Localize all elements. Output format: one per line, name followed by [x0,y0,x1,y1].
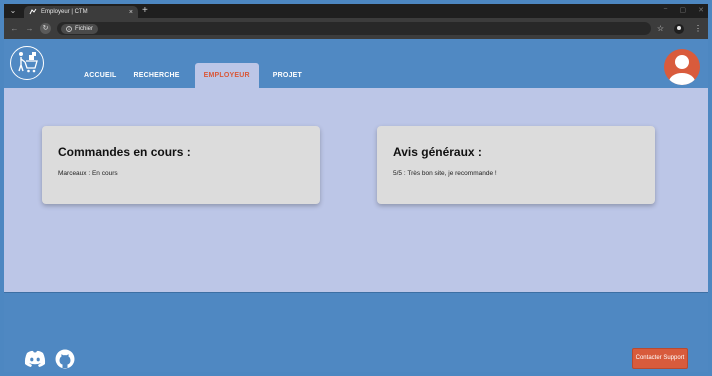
main-content: Commandes en cours : Marceaux : En cours… [4,88,708,292]
site-header: ACCUEIL RECHERCHE EMPLOYEUR PROJET [4,39,708,88]
site-chip-label: Fichier [75,25,94,32]
site-info-chip[interactable]: Fichier [61,23,99,34]
tab-close-icon[interactable]: × [129,9,133,16]
tab-strip: ⌄ Employeur | CTM × + − ▢ ✕ [4,4,708,18]
contact-support-button[interactable]: Contacter Support [632,348,688,369]
browser-tab[interactable]: Employeur | CTM × [24,6,138,18]
nav-accueil[interactable]: ACCUEIL [76,63,125,88]
orders-card-text: Marceaux : En cours [58,170,118,177]
nav-projet[interactable]: PROJET [265,63,310,88]
reviews-card-text: 5/5 : Très bon site, je recommande ! [393,170,497,177]
tab-title: Employeur | CTM [41,9,88,15]
forward-arrow-icon[interactable]: → [25,24,34,33]
main-nav: ACCUEIL RECHERCHE EMPLOYEUR PROJET [76,39,311,88]
info-icon [66,25,72,32]
browser-toolbar: ← → ↻ Fichier ☆ ⋮ [4,18,708,39]
new-tab-button[interactable]: + [142,6,148,16]
maximize-icon[interactable]: ▢ [680,6,687,14]
reviews-card-title: Avis généraux : [393,145,482,159]
user-avatar-icon[interactable] [664,49,700,85]
reload-icon[interactable]: ↻ [40,23,51,34]
browser-window: ⌄ Employeur | CTM × + − ▢ ✕ ← → ↻ Fichie… [4,4,708,372]
github-icon[interactable] [55,349,75,369]
profile-icon[interactable] [674,23,684,34]
back-arrow-icon[interactable]: ← [10,24,19,33]
tab-search-icon[interactable]: ⌄ [8,6,18,16]
reviews-card: Avis généraux : 5/5 : Très bon site, je … [377,126,655,204]
toolbar-actions: ☆ ⋮ [657,23,702,34]
orders-card: Commandes en cours : Marceaux : En cours [42,126,320,204]
favicon-icon [29,8,37,16]
orders-card-title: Commandes en cours : [58,145,191,159]
nav-recherche[interactable]: RECHERCHE [126,63,188,88]
close-window-icon[interactable]: ✕ [698,6,704,14]
nav-employeur[interactable]: EMPLOYEUR [194,63,259,88]
window-controls: − ▢ ✕ [663,6,704,14]
discord-icon[interactable] [24,349,46,369]
kebab-menu-icon[interactable]: ⋮ [694,24,702,33]
address-bar[interactable]: Fichier [57,22,651,35]
minimize-icon[interactable]: − [663,6,667,14]
site-footer: Contacter Support [4,292,708,372]
star-icon[interactable]: ☆ [657,24,664,33]
logo-icon[interactable] [10,46,44,80]
